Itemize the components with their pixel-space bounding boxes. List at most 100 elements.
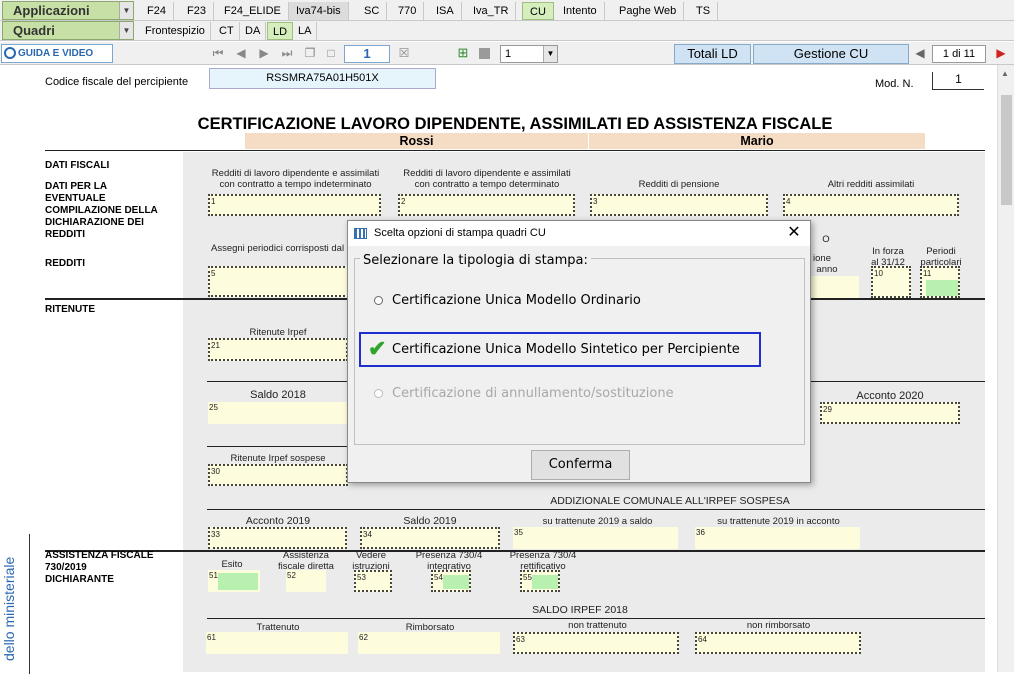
field-52[interactable]: 52 [286, 570, 326, 592]
scroll-up-icon[interactable]: ▲ [1001, 69, 1009, 78]
conferma-button[interactable]: Conferma [531, 450, 630, 480]
radio-icon[interactable] [374, 296, 383, 305]
next-module-icon[interactable]: ▶ [994, 46, 1008, 60]
tab-isa[interactable]: ISA [429, 2, 462, 20]
field-2[interactable]: 2 [398, 194, 575, 216]
tab-f24[interactable]: F24 [140, 2, 174, 20]
option-ordinario[interactable]: Certificazione Unica Modello Ordinario [374, 293, 641, 308]
option-annullamento[interactable]: Certificazione di annullamento/sostituzi… [374, 386, 674, 401]
field-64[interactable]: 64 [695, 632, 861, 654]
applicazioni-combo[interactable]: Applicazioni ▼ [2, 1, 134, 20]
divider [207, 509, 985, 510]
gestione-cu-button[interactable]: Gestione CU [753, 44, 909, 64]
tab-paghe-web[interactable]: Paghe Web [612, 2, 685, 20]
tab-iva74-bis[interactable]: Iva74-bis [289, 2, 349, 20]
new-page-icon[interactable]: □ [324, 46, 338, 60]
tab-frontespizio[interactable]: Frontespizio [140, 22, 211, 40]
field-54-green [443, 575, 469, 589]
scroll-thumb[interactable] [1001, 95, 1012, 205]
cf-field[interactable]: RSSMRA75A01H501X [209, 68, 436, 89]
divider [207, 618, 985, 619]
field-1[interactable]: 1 [208, 194, 381, 216]
tab-ld[interactable]: LD [267, 22, 294, 40]
radio-icon[interactable] [374, 389, 383, 398]
tab-ct[interactable]: CT [214, 22, 240, 40]
tab-f23[interactable]: F23 [180, 2, 214, 20]
caption-52: Assistenza fiscale diretta [278, 550, 334, 572]
prev-module-icon[interactable]: ◀ [913, 46, 927, 60]
tab-cu[interactable]: CU [522, 2, 554, 20]
field-11-green [926, 280, 958, 296]
field-25[interactable]: 25 [208, 402, 348, 424]
option-sintetico-label: Certificazione Unica Modello Sintetico p… [392, 342, 740, 357]
caption-53: Vedere istruzioni [352, 550, 390, 572]
field-21[interactable]: 21 [208, 338, 348, 361]
caption-ione: ione [813, 253, 831, 264]
quadro-select-value: 1 [505, 48, 512, 60]
field-5[interactable]: 5 [208, 266, 352, 297]
mod-label: Mod. N. [875, 78, 914, 90]
vertical-label: dello ministeriale [1, 556, 17, 661]
quadri-combo[interactable]: Quadri ▼ [2, 21, 134, 40]
add-icon[interactable]: ⊞ [456, 46, 470, 60]
field-anno[interactable] [811, 276, 859, 298]
tab-770[interactable]: 770 [391, 2, 425, 20]
caption-54: Presenza 730/4 integrativo [415, 550, 483, 572]
tab-sc[interactable]: SC [357, 2, 388, 20]
section-saldo-irpef: SALDO IRPEF 2018 [532, 604, 628, 616]
field-36[interactable]: 36 [695, 527, 860, 549]
app-icon [354, 228, 367, 239]
mod-field[interactable]: 1 [932, 72, 984, 90]
field-4[interactable]: 4 [783, 194, 959, 216]
caption-3: Redditi di pensione [638, 179, 720, 190]
caption-anno: anno [816, 264, 838, 275]
tab-iva-tr[interactable]: Iva_TR [466, 2, 517, 20]
stop-icon[interactable] [479, 48, 490, 59]
page-number-field[interactable]: 1 [344, 45, 390, 63]
caption-29: Acconto 2020 [856, 390, 924, 402]
field-10[interactable]: 10 [871, 266, 911, 298]
close-icon[interactable]: ✕ [786, 224, 802, 242]
tab-f24-elide[interactable]: F24_ELIDE [217, 2, 289, 20]
quadro-select[interactable]: 1 ▼ [500, 45, 558, 63]
tab-ts[interactable]: TS [689, 2, 719, 20]
field-55[interactable]: 55 [520, 570, 560, 592]
next-page-icon[interactable]: ▶ [257, 46, 271, 60]
prev-page-icon[interactable]: ◀ [234, 46, 248, 60]
caption-21: Ritenute Irpef [249, 327, 307, 338]
tab-intento[interactable]: Intento [556, 2, 605, 20]
field-35[interactable]: 35 [513, 527, 678, 549]
option-ordinario-label: Certificazione Unica Modello Ordinario [392, 293, 641, 308]
field-3[interactable]: 3 [590, 194, 768, 216]
tab-da[interactable]: DA [240, 22, 267, 40]
first-page-icon[interactable]: ⏮ [211, 46, 225, 60]
field-51[interactable]: 51 [208, 570, 260, 592]
field-30[interactable]: 30 [208, 464, 348, 486]
chevron-down-icon[interactable]: ▼ [543, 46, 557, 62]
surname-field[interactable]: Rossi [245, 133, 588, 149]
option-sintetico-highlight[interactable]: ✔ Certificazione Unica Modello Sintetico… [359, 332, 761, 367]
field-34[interactable]: 34 [360, 527, 500, 549]
copy-page-icon[interactable]: ❐ [303, 46, 317, 60]
field-54[interactable]: 54 [431, 570, 471, 592]
totali-ld-button[interactable]: Totali LD [674, 44, 751, 64]
toolbar: GUIDA E VIDEO ⏮ ◀ ▶ ⏭ ❐ □ 1 ☒ ⊞ 1 ▼ Tota… [0, 42, 1014, 65]
guida-video-button[interactable]: GUIDA E VIDEO [1, 44, 113, 63]
field-33[interactable]: 33 [208, 527, 347, 549]
caption-10: In forza al 31/12 [871, 246, 905, 268]
last-page-icon[interactable]: ⏭ [280, 46, 294, 60]
field-61[interactable]: 61 [206, 632, 348, 654]
group-label: Selezionare la tipologia di stampa: [360, 253, 591, 268]
field-63[interactable]: 63 [513, 632, 679, 654]
field-11[interactable]: 11 [920, 266, 960, 298]
vertical-scrollbar[interactable]: ▲ [997, 65, 1014, 672]
field-29[interactable]: 29 [820, 402, 960, 424]
tab-la[interactable]: LA [293, 22, 318, 40]
delete-page-icon[interactable]: ☒ [397, 46, 411, 60]
name-field[interactable]: Mario [589, 133, 925, 149]
field-53[interactable]: 53 [354, 570, 392, 592]
field-62[interactable]: 62 [358, 632, 500, 654]
chevron-down-icon[interactable]: ▼ [119, 2, 133, 19]
chevron-down-icon[interactable]: ▼ [119, 22, 133, 39]
caption-64: non rimborsato [746, 620, 811, 631]
